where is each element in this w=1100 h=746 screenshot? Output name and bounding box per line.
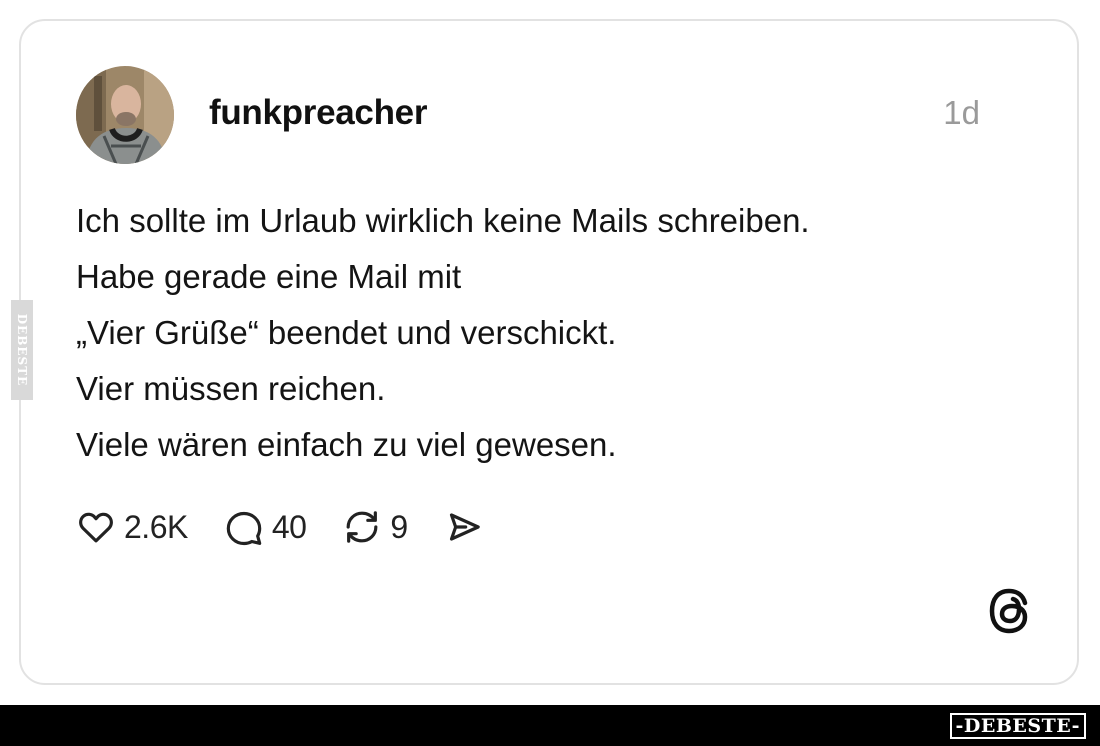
post-text-line: Vier müssen reichen. [76,370,386,407]
post-text-line: „Vier Grüße“ beendet und verschickt. [76,314,617,351]
post-text-line: Ich sollte im Urlaub wirklich keine Mail… [76,202,810,239]
share-button[interactable] [444,507,492,547]
post-text-line: Habe gerade eine Mail mit [76,258,462,295]
post-text-line: Viele wären einfach zu viel gewesen. [76,426,617,463]
like-count: 2.6K [124,508,188,545]
username[interactable]: funkpreacher [209,93,427,133]
repost-button[interactable]: 9 [342,507,408,547]
post-card: funkpreacher 1d Ich sollte im Urlaub wir… [19,19,1079,685]
threads-logo-icon [989,588,1028,634]
share-icon [449,513,480,541]
side-watermark-text: DEBESTE [15,313,29,387]
post-text: Ich sollte im Urlaub wirklich keine Mail… [76,193,1016,473]
footer-bar: -DEBESTE- [0,705,1100,746]
footer-watermark-logo: -DEBESTE- [949,713,1086,739]
repost-icon [347,511,378,543]
comment-button[interactable]: 40 [224,507,307,547]
like-button[interactable]: 2.6K [76,507,188,547]
post-timestamp: 1d [943,94,980,131]
repost-count: 9 [390,508,408,545]
comment-bubble-icon [226,511,262,546]
comment-count: 40 [271,508,307,545]
action-bar: 2.6K 40 9 [76,505,528,549]
heart-icon [79,512,113,543]
avatar[interactable] [76,66,174,164]
side-watermark: DEBESTE [11,300,33,400]
